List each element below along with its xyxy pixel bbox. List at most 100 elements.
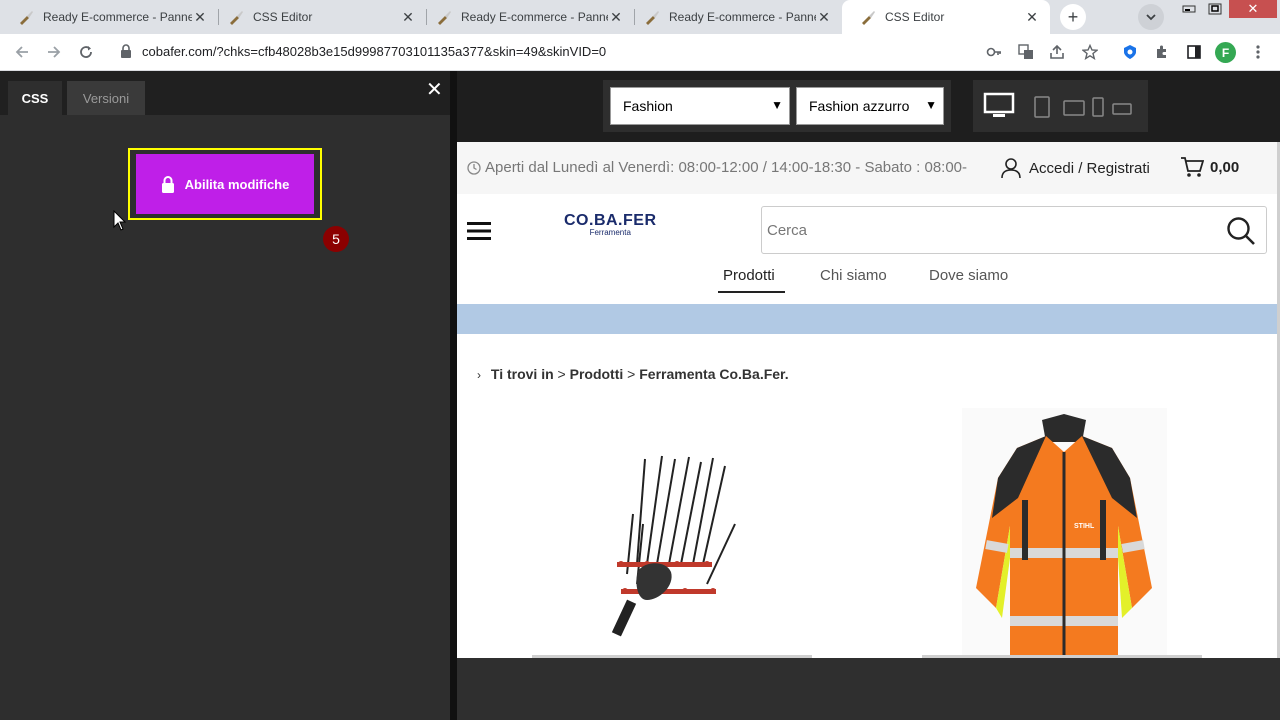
reload-button[interactable] <box>74 40 98 64</box>
browser-tab-1[interactable]: Ready E-commerce - Pannello ✕ <box>0 0 218 34</box>
login-link-label: Accedi / Registrati <box>1029 159 1150 177</box>
breadcrumb: › Ti trovi in > Prodotti > Ferramenta Co… <box>477 366 789 382</box>
opening-hours-text: Aperti dal Lunedì al Venerdì: 08:00-12:0… <box>485 159 968 176</box>
star-icon[interactable] <box>1080 42 1100 62</box>
browser-tab-4-label: Ready E-commerce - Pannello <box>669 10 816 24</box>
enable-edits-button[interactable]: Abilita modifiche <box>136 154 314 214</box>
tablet-portrait-icon[interactable] <box>1034 96 1050 118</box>
browser-tab-strip: Ready E-commerce - Pannello ✕ CSS Editor… <box>0 0 1280 34</box>
tab-search-button[interactable] <box>1138 4 1164 30</box>
browser-tab-5-label: CSS Editor <box>885 10 945 24</box>
site-top-bar: Aperti dal Lunedì al Venerdì: 08:00-12:0… <box>457 142 1277 194</box>
share-icon[interactable] <box>1047 42 1067 62</box>
close-icon[interactable]: ✕ <box>192 9 208 25</box>
forward-button[interactable] <box>42 40 66 64</box>
site-logo[interactable]: CO.BA.FER Ferramenta <box>564 212 657 237</box>
chevron-down-icon <box>1146 14 1156 21</box>
jacket-brand-text: STIHL <box>1074 523 1095 530</box>
minimize-button[interactable] <box>1176 0 1202 18</box>
brush-favicon-icon <box>20 11 33 25</box>
lock-icon <box>161 175 174 193</box>
chevron-right-icon: › <box>477 368 481 382</box>
theme-select[interactable]: Fashion ▼ <box>610 87 790 125</box>
close-icon[interactable]: ✕ <box>608 9 624 25</box>
color-select-value: Fashion azzurro <box>809 98 910 114</box>
translate-icon[interactable] <box>1016 42 1036 62</box>
tablet-landscape-icon[interactable] <box>1063 100 1085 116</box>
preview-bottom-area <box>457 658 1280 720</box>
puzzle-icon[interactable] <box>1152 42 1172 62</box>
product-jacket-image[interactable]: STIHL <box>962 408 1167 658</box>
chevron-down-icon: ▼ <box>771 98 783 112</box>
user-icon <box>1001 158 1021 179</box>
opening-hours: Aperti dal Lunedì al Venerdì: 08:00-12:0… <box>467 159 967 176</box>
login-link[interactable]: Accedi / Registrati <box>1000 157 1150 179</box>
breadcrumb-prodotti[interactable]: Prodotti <box>570 366 624 382</box>
breadcrumb-intro: Ti trovi in <box>490 366 554 382</box>
search-placeholder: Cerca <box>767 222 808 239</box>
tab-css[interactable]: CSS <box>8 81 62 115</box>
arrow-left-icon <box>15 46 28 58</box>
close-icon[interactable]: ✕ <box>1024 9 1040 25</box>
phone-portrait-icon[interactable] <box>1092 97 1104 117</box>
extension-shield-icon[interactable] <box>1120 42 1140 62</box>
browser-tab-4[interactable]: Ready E-commerce - Pannello ✕ <box>626 0 842 34</box>
browser-toolbar: cobafer.com/?chks=cfb48028b3e15d99987703… <box>0 34 1280 71</box>
restore-icon <box>1208 3 1222 15</box>
cart-link[interactable]: 0,00 <box>1180 156 1239 178</box>
browser-tab-5-active[interactable]: CSS Editor ✕ <box>842 0 1050 34</box>
panel-divider[interactable] <box>450 71 457 720</box>
breadcrumb-sep: > <box>557 366 566 382</box>
cart-icon <box>1181 157 1204 177</box>
device-switcher <box>973 80 1148 132</box>
new-tab-button[interactable]: + <box>1060 4 1086 30</box>
site-search-input[interactable]: Cerca <box>761 206 1267 254</box>
close-window-button[interactable]: ✕ <box>1229 0 1277 18</box>
product-rake-image[interactable] <box>607 454 737 639</box>
side-panel-icon[interactable] <box>1184 42 1204 62</box>
maximize-button[interactable] <box>1202 0 1228 18</box>
menu-item-prodotti[interactable]: Prodotti <box>723 267 775 284</box>
tab-versions[interactable]: Versioni <box>67 81 145 115</box>
address-bar-url[interactable]: cobafer.com/?chks=cfb48028b3e15d99987703… <box>142 44 606 59</box>
search-icon[interactable] <box>1226 216 1256 246</box>
lock-icon[interactable] <box>120 44 132 58</box>
chevron-down-icon: ▼ <box>925 98 937 112</box>
brush-favicon-icon <box>862 11 875 25</box>
theme-select-value: Fashion <box>623 98 673 114</box>
clock-icon <box>467 160 481 175</box>
site-preview: Aperti dal Lunedì al Venerdì: 08:00-12:0… <box>457 142 1277 658</box>
brush-favicon-icon <box>646 11 659 25</box>
browser-tab-3[interactable]: Ready E-commerce - Pannello ✕ <box>418 0 634 34</box>
profile-avatar[interactable]: F <box>1215 42 1236 63</box>
close-icon[interactable]: ✕ <box>426 77 443 102</box>
browser-tab-2-label: CSS Editor <box>253 10 313 24</box>
menu-item-dove-siamo[interactable]: Dove siamo <box>929 267 1008 284</box>
browser-tab-3-label: Ready E-commerce - Pannello <box>461 10 608 24</box>
more-vertical-icon[interactable] <box>1248 42 1268 62</box>
minimize-icon <box>1182 5 1196 13</box>
arrow-right-icon <box>48 46 61 58</box>
step-badge: 5 <box>323 226 349 252</box>
enable-edits-label: Abilita modifiche <box>184 176 290 192</box>
key-icon[interactable] <box>984 42 1004 62</box>
color-select[interactable]: Fashion azzurro ▼ <box>796 87 944 125</box>
breadcrumb-ferramenta: Ferramenta Co.Ba.Fer. <box>639 366 789 382</box>
brush-favicon-icon <box>230 11 243 25</box>
mouse-cursor-icon <box>113 210 127 231</box>
browser-tab-2[interactable]: CSS Editor ✕ <box>210 0 426 34</box>
close-icon[interactable]: ✕ <box>400 9 416 25</box>
menu-active-underline <box>718 291 785 293</box>
hamburger-menu-icon[interactable] <box>467 221 491 241</box>
phone-landscape-icon[interactable] <box>1112 103 1132 115</box>
cart-total: 0,00 <box>1210 158 1240 176</box>
site-banner <box>457 304 1277 334</box>
back-button[interactable] <box>10 40 34 64</box>
breadcrumb-sep: > <box>627 366 636 382</box>
desktop-icon[interactable] <box>983 92 1015 120</box>
close-icon: ✕ <box>1247 1 1259 16</box>
browser-tab-1-label: Ready E-commerce - Pannello <box>43 10 192 24</box>
menu-item-chi-siamo[interactable]: Chi siamo <box>820 267 887 284</box>
close-icon[interactable]: ✕ <box>816 9 832 25</box>
reload-icon <box>80 46 92 58</box>
